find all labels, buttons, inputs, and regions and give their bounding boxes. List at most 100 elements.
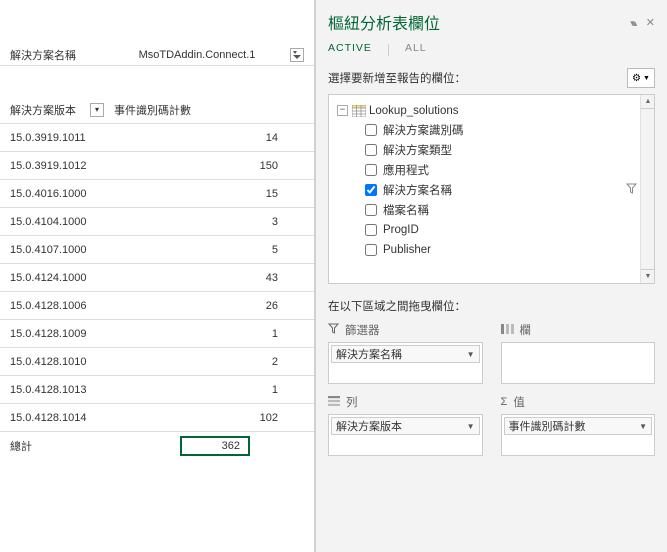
tab-separator: [388, 44, 389, 56]
tools-dropdown-button[interactable]: ⚙ ▼: [627, 68, 655, 88]
field-list-item[interactable]: 檔案名稱: [333, 200, 650, 220]
move-handle-icon[interactable]: ▾▴: [630, 18, 635, 28]
field-list-item[interactable]: 解決方案名稱: [333, 180, 650, 200]
row-value-cell: 26: [108, 300, 314, 312]
scroll-down-icon[interactable]: ▼: [641, 269, 655, 283]
field-checkbox[interactable]: [365, 124, 377, 136]
row-key-cell: 15.0.4128.1014: [0, 412, 108, 424]
selected-total-cell[interactable]: 362: [180, 436, 250, 456]
row-key-cell: 15.0.4104.1000: [0, 216, 108, 228]
filter-value-cell[interactable]: MsoTDAddin.Connect.1: [108, 48, 314, 62]
row-key-cell: 15.0.4128.1010: [0, 356, 108, 368]
close-icon[interactable]: ✕: [646, 17, 655, 29]
total-label: 總計: [0, 438, 108, 454]
row-header-cell[interactable]: 解決方案版本 ▾: [0, 102, 108, 118]
columns-dropzone[interactable]: [501, 342, 656, 384]
value-header-cell: 事件識別碼計數: [108, 102, 314, 118]
values-quadrant: Σ 值 事件識別碼計數 ▼: [501, 394, 656, 456]
field-list-item[interactable]: 應用程式: [333, 160, 650, 180]
rows-title: 列: [346, 394, 358, 410]
pane-title: 樞紐分析表欄位: [328, 10, 440, 34]
values-title: 值: [513, 394, 525, 410]
drag-instruction-label: 在以下區域之間拖曳欄位：: [328, 298, 655, 314]
row-key-cell: 15.0.4107.1000: [0, 244, 108, 256]
table-row[interactable]: 15.0.4128.10102: [0, 348, 314, 376]
values-header: Σ 值: [501, 394, 656, 410]
field-label: 解決方案名稱: [383, 182, 452, 198]
row-value-cell: 1: [108, 384, 314, 396]
table-row[interactable]: 15.0.4128.10131: [0, 376, 314, 404]
field-list-item[interactable]: 解決方案識別碼: [333, 120, 650, 140]
field-list-scrollbar[interactable]: ▲ ▼: [640, 95, 654, 283]
table-row[interactable]: 15.0.4128.1014102: [0, 404, 314, 432]
chevron-down-icon[interactable]: ▼: [639, 422, 647, 431]
field-list-item[interactable]: ProgID: [333, 220, 650, 240]
row-header-label: 解決方案版本: [10, 102, 76, 118]
field-checkbox[interactable]: [365, 164, 377, 176]
gear-icon: ⚙: [632, 73, 641, 84]
scroll-up-icon[interactable]: ▲: [641, 95, 655, 109]
field-list-item[interactable]: Publisher: [333, 240, 650, 260]
filter-dropdown-icon[interactable]: [290, 48, 304, 62]
pivot-filter-row: 解決方案名稱 MsoTDAddin.Connect.1: [0, 44, 314, 66]
pivot-header-row: 解決方案版本 ▾ 事件識別碼計數: [0, 96, 314, 124]
tree-collapse-icon[interactable]: −: [337, 105, 348, 116]
field-list-item[interactable]: 解決方案類型: [333, 140, 650, 160]
field-label: Publisher: [383, 244, 431, 256]
field-checkbox[interactable]: [365, 204, 377, 216]
rows-item-label: 解決方案版本: [336, 418, 402, 434]
pivot-total-row: 總計 362: [0, 432, 314, 460]
pivot-field-list-pane: 樞紐分析表欄位 ▾▴ ✕ ACTIVE ALL 選擇要新增至報告的欄位： ⚙ ▼…: [315, 0, 667, 552]
values-item[interactable]: 事件識別碼計數 ▼: [504, 417, 653, 435]
pivot-data-rows: 15.0.3919.10111415.0.3919.101215015.0.40…: [0, 124, 314, 432]
columns-title: 欄: [520, 322, 532, 338]
filters-header: 篩選器: [328, 322, 483, 338]
columns-icon: [501, 324, 514, 337]
sigma-icon: Σ: [501, 396, 508, 408]
row-key-cell: 15.0.3919.1012: [0, 160, 108, 172]
chevron-down-icon: ▼: [643, 75, 650, 82]
row-value-cell: 14: [108, 132, 314, 144]
row-key-cell: 15.0.4128.1006: [0, 300, 108, 312]
row-value-cell: 5: [108, 244, 314, 256]
row-value-cell: 43: [108, 272, 314, 284]
table-row[interactable]: 15.0.3919.1012150: [0, 152, 314, 180]
row-key-cell: 15.0.4124.1000: [0, 272, 108, 284]
row-value-cell: 102: [108, 412, 314, 424]
row-value-cell: 15: [108, 188, 314, 200]
row-value-cell: 1: [108, 328, 314, 340]
pane-title-row: 樞紐分析表欄位 ▾▴ ✕: [328, 10, 655, 34]
table-row[interactable]: 15.0.4107.10005: [0, 236, 314, 264]
tab-active[interactable]: ACTIVE: [328, 42, 372, 56]
filters-dropzone[interactable]: 解決方案名稱 ▼: [328, 342, 483, 384]
table-row[interactable]: 15.0.4124.100043: [0, 264, 314, 292]
field-checkbox[interactable]: [365, 244, 377, 256]
tab-row: ACTIVE ALL: [328, 42, 655, 56]
row-value-cell: 150: [108, 160, 314, 172]
columns-quadrant: 欄: [501, 322, 656, 384]
values-item-label: 事件識別碼計數: [509, 418, 586, 434]
chevron-down-icon[interactable]: ▼: [467, 422, 475, 431]
select-fields-row: 選擇要新增至報告的欄位： ⚙ ▼: [328, 68, 655, 88]
table-row[interactable]: 15.0.4104.10003: [0, 208, 314, 236]
tab-all[interactable]: ALL: [405, 42, 427, 56]
tree-table-node[interactable]: − Lookup_solutions: [333, 101, 650, 120]
row-header-dropdown-icon[interactable]: ▾: [90, 103, 104, 117]
field-checkbox[interactable]: [365, 184, 377, 196]
filter-field-label: 解決方案名稱: [0, 47, 108, 63]
funnel-icon[interactable]: [626, 183, 637, 197]
rows-dropzone[interactable]: 解決方案版本 ▼: [328, 414, 483, 456]
values-dropzone[interactable]: 事件識別碼計數 ▼: [501, 414, 656, 456]
table-row[interactable]: 15.0.4128.10091: [0, 320, 314, 348]
rows-item[interactable]: 解決方案版本 ▼: [331, 417, 480, 435]
rows-quadrant: 列 解決方案版本 ▼: [328, 394, 483, 456]
field-checkbox[interactable]: [365, 144, 377, 156]
table-icon: [352, 105, 366, 117]
field-checkbox[interactable]: [365, 224, 377, 236]
table-row[interactable]: 15.0.4016.100015: [0, 180, 314, 208]
chevron-down-icon[interactable]: ▼: [467, 350, 475, 359]
table-row[interactable]: 15.0.4128.100626: [0, 292, 314, 320]
total-value-cell[interactable]: 362: [108, 436, 314, 456]
filters-item[interactable]: 解決方案名稱 ▼: [331, 345, 480, 363]
table-row[interactable]: 15.0.3919.101114: [0, 124, 314, 152]
